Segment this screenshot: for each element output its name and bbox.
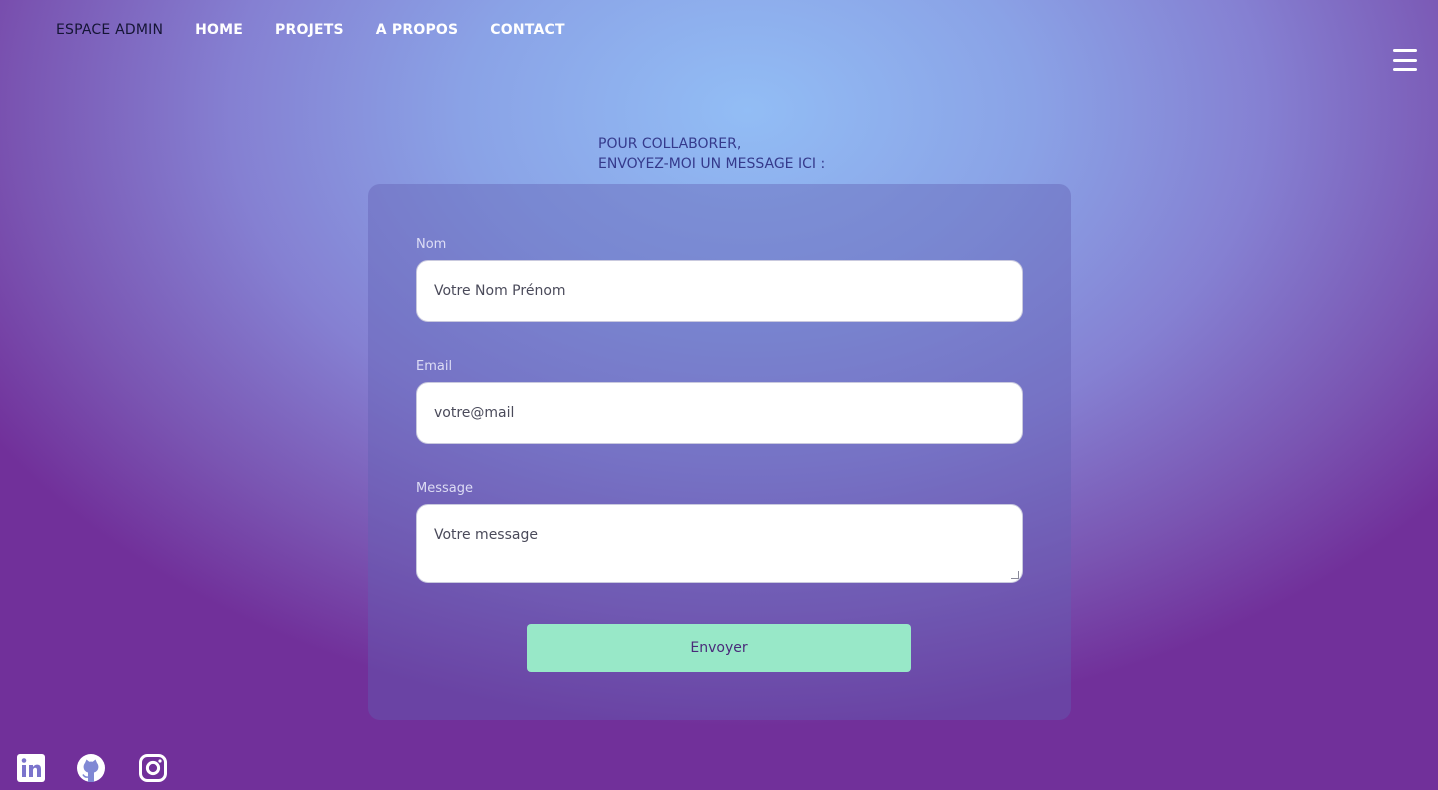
resize-handle-icon[interactable]	[1011, 571, 1019, 579]
menu-bar	[1393, 58, 1417, 62]
contact-form: Nom Votre Nom Prénom Email votre@mail Me…	[368, 184, 1071, 720]
name-label: Nom	[416, 237, 447, 252]
name-input[interactable]: Votre Nom Prénom	[416, 260, 1023, 322]
instagram-icon[interactable]	[138, 753, 168, 783]
intro-line-2: ENVOYEZ-MOI UN MESSAGE ICI :	[598, 156, 826, 172]
message-label: Message	[416, 481, 473, 496]
email-placeholder: votre@mail	[434, 405, 515, 421]
menu-bar	[1393, 68, 1417, 71]
nav-contact-link[interactable]: CONTACT	[490, 22, 564, 38]
menu-bar	[1393, 49, 1417, 52]
message-placeholder: Votre message	[434, 527, 538, 543]
nav-projects-link[interactable]: PROJETS	[275, 22, 344, 38]
linkedin-icon[interactable]	[16, 753, 46, 783]
nav-about-link[interactable]: A PROPOS	[376, 22, 459, 38]
email-label: Email	[416, 359, 453, 374]
top-nav: ESPACE ADMIN HOME PROJETS A PROPOS CONTA…	[56, 22, 597, 38]
send-button[interactable]: Envoyer	[527, 624, 911, 672]
email-input[interactable]: votre@mail	[416, 382, 1023, 444]
nav-admin-link[interactable]: ESPACE ADMIN	[56, 22, 163, 38]
hamburger-menu-icon[interactable]	[1393, 49, 1417, 71]
contact-intro: POUR COLLABORER, ENVOYEZ-MOI UN MESSAGE …	[598, 134, 825, 174]
nav-home-link[interactable]: HOME	[195, 22, 243, 38]
github-icon[interactable]	[76, 753, 106, 783]
message-textarea[interactable]: Votre message	[416, 504, 1023, 583]
intro-line-1: POUR COLLABORER,	[598, 136, 742, 152]
name-placeholder: Votre Nom Prénom	[434, 283, 566, 299]
